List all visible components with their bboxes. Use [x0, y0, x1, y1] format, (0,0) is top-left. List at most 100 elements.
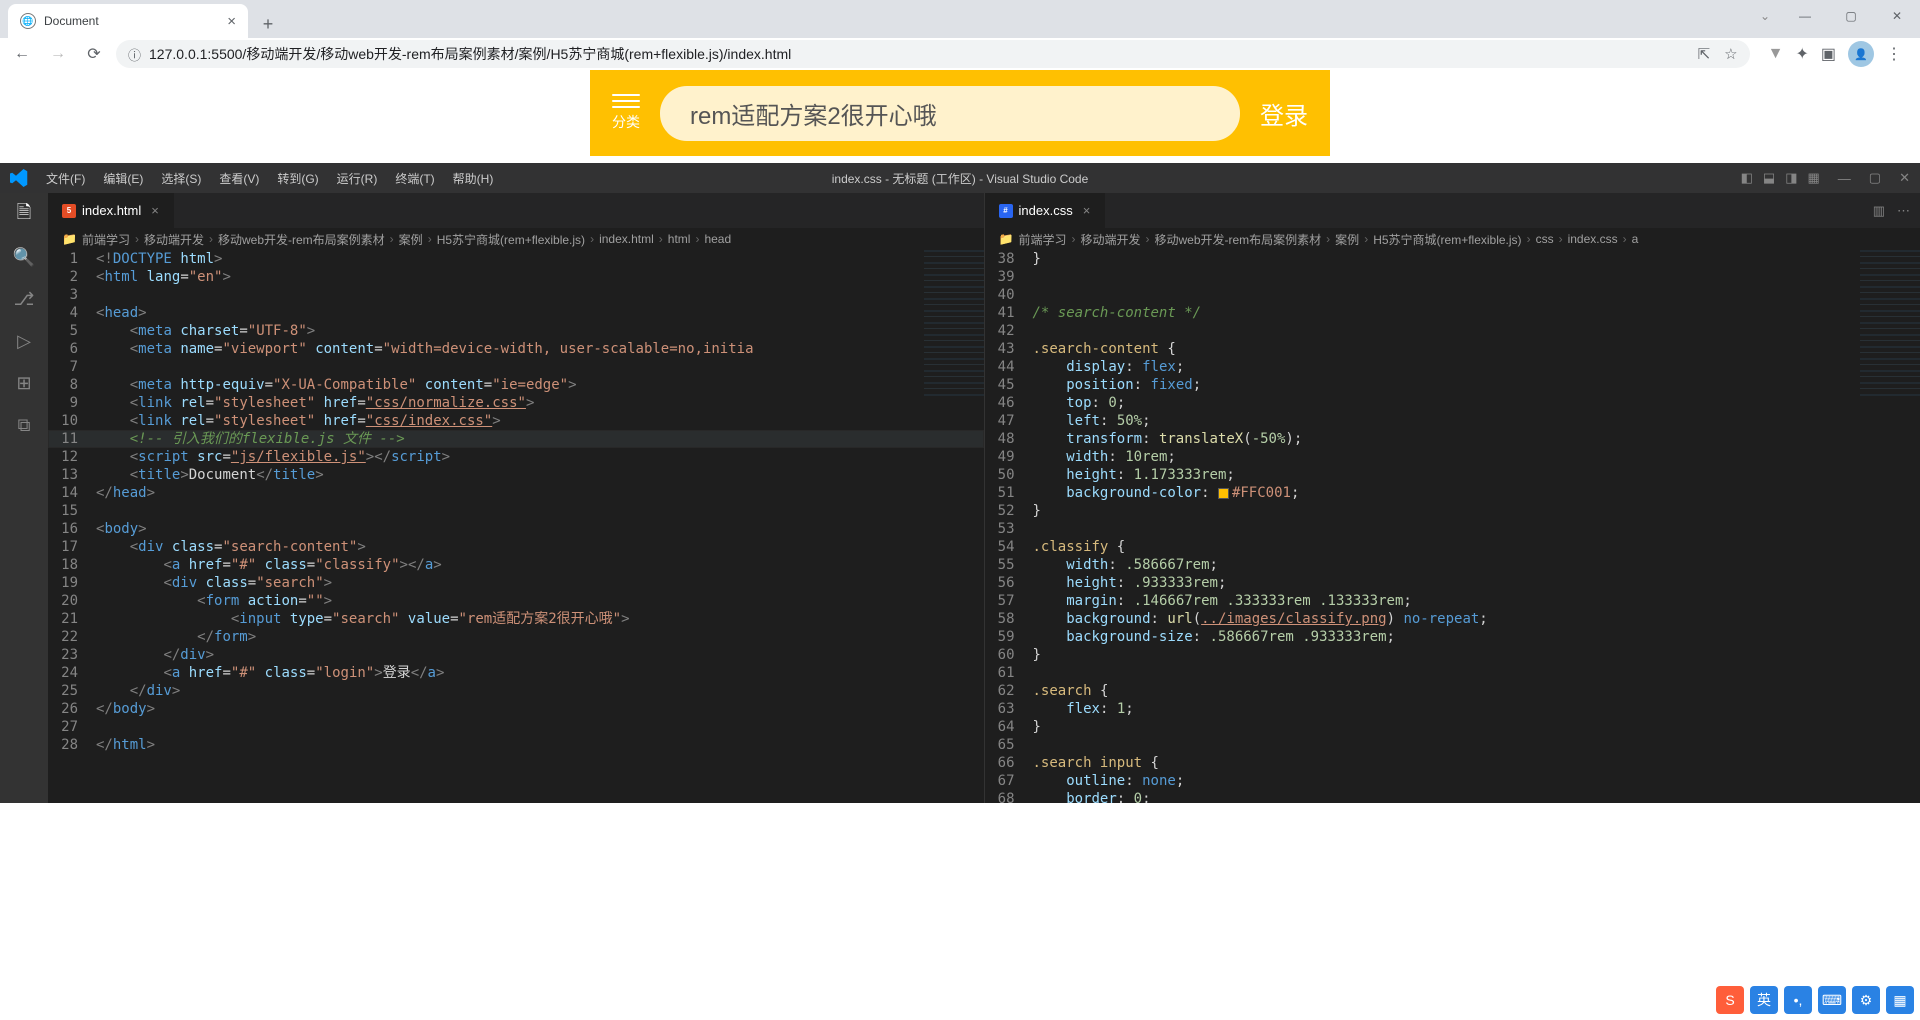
breadcrumb-item[interactable]: 前端学习	[82, 231, 130, 248]
breadcrumb-left[interactable]: 📁前端学习›移动端开发›移动web开发-rem布局案例素材›案例›H5苏宁商城(…	[48, 228, 984, 250]
code-line[interactable]: 52}	[985, 502, 1920, 520]
breadcrumb-item[interactable]: a	[1632, 232, 1639, 246]
breadcrumb-item[interactable]: html	[668, 232, 691, 246]
breadcrumb-item[interactable]: index.css	[1568, 232, 1618, 246]
code-line[interactable]: 18 <a href="#" class="classify"></a>	[48, 556, 984, 574]
code-line[interactable]: 4<head>	[48, 304, 984, 322]
back-button[interactable]: ←	[8, 40, 36, 68]
extensions-icon[interactable]: ⊞	[12, 371, 36, 395]
menu-item[interactable]: 查看(V)	[211, 170, 267, 187]
info-icon[interactable]: ⓘ	[128, 45, 141, 64]
code-line[interactable]: 53	[985, 520, 1920, 538]
code-line[interactable]: 39	[985, 268, 1920, 286]
code-line[interactable]: 13 <title>Document</title>	[48, 466, 984, 484]
ime-settings-icon[interactable]: ⚙	[1852, 986, 1880, 1014]
code-line[interactable]: 11 <!-- 引入我们的flexible.js 文件 -->	[48, 430, 984, 448]
split-editor-icon[interactable]: ▥	[1873, 203, 1885, 219]
layout-grid-icon[interactable]: ▦	[1808, 170, 1820, 186]
tab-index-html[interactable]: 5 index.html ×	[48, 193, 174, 228]
forward-button[interactable]: →	[44, 40, 72, 68]
browser-tab[interactable]: 🌐 Document ×	[8, 4, 248, 38]
search-icon[interactable]: 🔍	[12, 245, 36, 269]
remote-icon[interactable]: ⧉	[12, 413, 36, 437]
breadcrumb-item[interactable]: 移动web开发-rem布局案例素材	[1154, 231, 1321, 248]
code-line[interactable]: 2<html lang="en">	[48, 268, 984, 286]
breadcrumb-item[interactable]: 移动端开发	[1080, 231, 1140, 248]
code-line[interactable]: 49 width: 10rem;	[985, 448, 1920, 466]
breadcrumb-right[interactable]: 📁前端学习›移动端开发›移动web开发-rem布局案例素材›案例›H5苏宁商城(…	[985, 228, 1920, 250]
menu-icon[interactable]: ⋮	[1886, 44, 1902, 64]
code-line[interactable]: 1<!DOCTYPE html>	[48, 250, 984, 268]
code-line[interactable]: 40	[985, 286, 1920, 304]
ime-sogou-icon[interactable]: S	[1716, 986, 1744, 1014]
code-line[interactable]: 42	[985, 322, 1920, 340]
breadcrumb-item[interactable]: H5苏宁商城(rem+flexible.js)	[1373, 231, 1521, 248]
chevron-down-icon[interactable]: ⌄	[1748, 0, 1782, 32]
code-line[interactable]: 43.search-content {	[985, 340, 1920, 358]
panel-icon[interactable]: ▣	[1821, 44, 1836, 64]
code-line[interactable]: 63 flex: 1;	[985, 700, 1920, 718]
source-control-icon[interactable]: ⎇	[12, 287, 36, 311]
maximize-icon[interactable]: ▢	[1828, 0, 1874, 32]
code-line[interactable]: 6 <meta name="viewport" content="width=d…	[48, 340, 984, 358]
code-line[interactable]: 66.search input {	[985, 754, 1920, 772]
menu-item[interactable]: 终端(T)	[387, 170, 442, 187]
debug-icon[interactable]: ▷	[12, 329, 36, 353]
code-line[interactable]: 60}	[985, 646, 1920, 664]
code-line[interactable]: 22 </form>	[48, 628, 984, 646]
extensions-icon[interactable]: ✦	[1795, 44, 1808, 64]
code-line[interactable]: 41/* search-content */	[985, 304, 1920, 322]
code-line[interactable]: 58 background: url(../images/classify.pn…	[985, 610, 1920, 628]
code-line[interactable]: 65	[985, 736, 1920, 754]
code-editor-left[interactable]: 1<!DOCTYPE html>2<html lang="en">34<head…	[48, 250, 984, 803]
code-line[interactable]: 14</head>	[48, 484, 984, 502]
code-line[interactable]: 21 <input type="search" value="rem适配方案2很…	[48, 610, 984, 628]
minimize-icon[interactable]: —	[1838, 171, 1851, 186]
code-line[interactable]: 62.search {	[985, 682, 1920, 700]
menu-item[interactable]: 文件(F)	[38, 170, 93, 187]
share-icon[interactable]: ⇱	[1698, 45, 1711, 63]
code-line[interactable]: 67 outline: none;	[985, 772, 1920, 790]
code-line[interactable]: 44 display: flex;	[985, 358, 1920, 376]
menu-item[interactable]: 转到(G)	[269, 170, 326, 187]
code-line[interactable]: 3	[48, 286, 984, 304]
code-line[interactable]: 24 <a href="#" class="login">登录</a>	[48, 664, 984, 682]
bookmark-icon[interactable]: ☆	[1724, 45, 1737, 63]
code-line[interactable]: 23 </div>	[48, 646, 984, 664]
breadcrumb-item[interactable]: index.html	[599, 232, 654, 246]
breadcrumb-item[interactable]: 案例	[1335, 231, 1359, 248]
profile-avatar[interactable]: 👤	[1848, 41, 1874, 67]
layout-left-icon[interactable]: ◧	[1741, 170, 1753, 186]
code-line[interactable]: 15	[48, 502, 984, 520]
layout-right-icon[interactable]: ◨	[1785, 170, 1797, 186]
breadcrumb-item[interactable]: H5苏宁商城(rem+flexible.js)	[437, 231, 585, 248]
code-line[interactable]: 27	[48, 718, 984, 736]
ime-grid-icon[interactable]: ▦	[1886, 986, 1914, 1014]
code-line[interactable]: 47 left: 50%;	[985, 412, 1920, 430]
code-line[interactable]: 48 transform: translateX(-50%);	[985, 430, 1920, 448]
code-line[interactable]: 50 height: 1.173333rem;	[985, 466, 1920, 484]
code-line[interactable]: 26</body>	[48, 700, 984, 718]
close-icon[interactable]: ✕	[1899, 170, 1910, 186]
code-line[interactable]: 25 </div>	[48, 682, 984, 700]
close-icon[interactable]: ×	[1083, 203, 1091, 218]
code-line[interactable]: 8 <meta http-equiv="X-UA-Compatible" con…	[48, 376, 984, 394]
close-icon[interactable]: ×	[227, 13, 236, 30]
extension-icon[interactable]: ▼	[1768, 45, 1784, 63]
code-editor-right[interactable]: 38}394041/* search-content */4243.search…	[985, 250, 1920, 803]
breadcrumb-item[interactable]: 移动web开发-rem布局案例素材	[218, 231, 385, 248]
close-icon[interactable]: ✕	[1874, 0, 1920, 32]
minimize-icon[interactable]: —	[1782, 0, 1828, 32]
ime-cn-icon[interactable]: 英	[1750, 986, 1778, 1014]
breadcrumb-item[interactable]: head	[704, 232, 731, 246]
breadcrumb-item[interactable]: 案例	[399, 231, 423, 248]
maximize-icon[interactable]: ▢	[1869, 170, 1881, 186]
code-line[interactable]: 61	[985, 664, 1920, 682]
more-icon[interactable]: ⋯	[1897, 203, 1910, 219]
code-line[interactable]: 56 height: .933333rem;	[985, 574, 1920, 592]
explorer-icon[interactable]: 🗎	[12, 203, 36, 227]
search-input[interactable]	[660, 86, 1240, 141]
code-line[interactable]: 55 width: .586667rem;	[985, 556, 1920, 574]
new-tab-button[interactable]: +	[254, 10, 282, 38]
code-line[interactable]: 20 <form action="">	[48, 592, 984, 610]
